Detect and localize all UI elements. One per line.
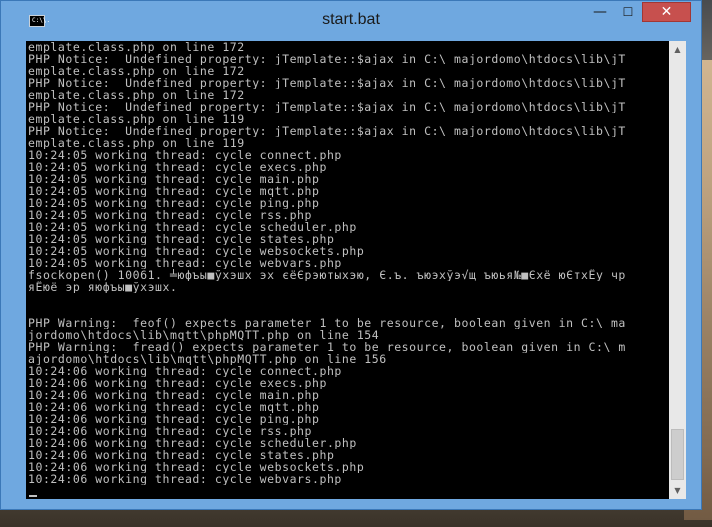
close-button[interactable]: ✕ (642, 2, 691, 22)
console-line: 10:24:06 working thread: cycle_rss.php (28, 425, 312, 437)
console-line: emplate.class.php on line 172 (28, 41, 245, 53)
scrollbar-thumb[interactable] (671, 429, 684, 480)
console-window[interactable]: C:\\. start.bat — ☐ ✕ emplate.class.php … (0, 0, 702, 510)
console-line: 10:24:06 working thread: cycle_ping.php (28, 413, 320, 425)
console-line: 10:24:06 working thread: cycle_main.php (28, 389, 320, 401)
minimize-button[interactable]: — (587, 2, 613, 22)
console-lines: emplate.class.php on line 172 PHP Notice:… (28, 41, 669, 485)
console-line: 10:24:05 working thread: cycle_websocket… (28, 245, 365, 257)
console-line: 10:24:06 working thread: cycle_mqtt.php (28, 401, 320, 413)
console-line: 10:24:06 working thread: cycle_webvars.p… (28, 473, 342, 485)
console-line: 10:24:05 working thread: cycle_ping.php (28, 197, 320, 209)
console-line: PHP Notice: Undefined property: jTemplat… (28, 125, 626, 137)
console-line: fsockopen() 10061. ╧юфъы■ўхэшх эх єёЄрэю… (28, 269, 626, 281)
console-line: яЁюё эр яюфъы■ўхэшх. (28, 281, 178, 293)
scroll-down-arrow-icon[interactable]: ▼ (669, 482, 686, 499)
console-line: 10:24:05 working thread: cycle_connect.p… (28, 149, 342, 161)
console-output[interactable]: emplate.class.php on line 172 PHP Notice:… (26, 41, 669, 499)
console-line: 10:24:06 working thread: cycle_states.ph… (28, 449, 335, 461)
console-line: PHP Notice: Undefined property: jTemplat… (28, 101, 626, 113)
console-line: 10:24:06 working thread: cycle_scheduler… (28, 437, 357, 449)
console-line: 10:24:05 working thread: cycle_states.ph… (28, 233, 335, 245)
console-line: 10:24:05 working thread: cycle_webvars.p… (28, 257, 342, 269)
title-bar[interactable]: C:\\. start.bat — ☐ ✕ (1, 1, 701, 39)
console-line: PHP Notice: Undefined property: jTemplat… (28, 77, 626, 89)
console-line: PHP Notice: Undefined property: jTemplat… (28, 53, 626, 65)
console-line: PHP Warning: feof() expects parameter 1 … (28, 317, 626, 329)
console-line: jordomo\htdocs\lib\mqtt\phpMQTT.php on l… (28, 329, 380, 341)
console-line: 10:24:06 working thread: cycle_connect.p… (28, 365, 342, 377)
console-line: 10:24:06 working thread: cycle_execs.php (28, 377, 327, 389)
console-line: PHP Warning: fread() expects parameter 1… (28, 341, 626, 353)
console-line: ajordomo\htdocs\lib\mqtt\phpMQTT.php on … (28, 353, 387, 365)
vertical-scrollbar[interactable]: ▲ ▼ (669, 41, 686, 499)
console-line: 10:24:06 working thread: cycle_websocket… (28, 461, 365, 473)
console-line: 10:24:05 working thread: cycle_scheduler… (28, 221, 357, 233)
console-line: emplate.class.php on line 172 (28, 65, 245, 77)
maximize-button[interactable]: ☐ (615, 2, 641, 22)
console-line: emplate.class.php on line 119 (28, 113, 245, 125)
scroll-up-arrow-icon[interactable]: ▲ (669, 41, 686, 58)
console-line: 10:24:05 working thread: cycle_rss.php (28, 209, 312, 221)
console-line: 10:24:05 working thread: cycle_mqtt.php (28, 185, 320, 197)
console-line: emplate.class.php on line 119 (28, 137, 245, 149)
console-cursor (29, 495, 37, 497)
console-line: 10:24:05 working thread: cycle_main.php (28, 173, 320, 185)
console-line: emplate.class.php on line 172 (28, 89, 245, 101)
console-line: 10:24:05 working thread: cycle_execs.php (28, 161, 327, 173)
